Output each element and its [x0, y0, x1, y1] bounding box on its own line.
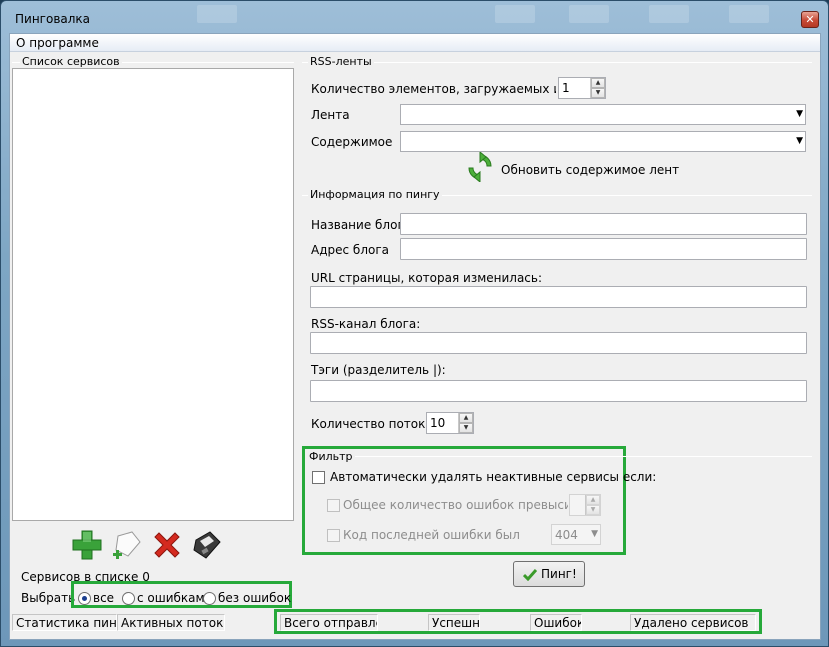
last-error-checkbox[interactable]: [327, 529, 340, 542]
rss-channel-input[interactable]: [310, 332, 807, 354]
background-ghost: [495, 5, 535, 23]
ping-button-label: Пинг!: [541, 567, 577, 581]
rss-count-stepper[interactable]: 1 ▲ ▼: [558, 77, 606, 99]
radio-all[interactable]: [78, 592, 91, 605]
auto-delete-label[interactable]: Автоматически удалять неактивные сервисы…: [330, 470, 656, 484]
status-removed: Удалено сервисов: [630, 614, 756, 631]
feed-label: Лента: [311, 108, 350, 122]
blog-name-input[interactable]: [400, 213, 807, 235]
feed-select[interactable]: ▼: [400, 104, 806, 125]
content-select[interactable]: ▼: [400, 131, 806, 152]
status-bar: Статистика пинга Активных потоков Всего …: [10, 609, 820, 634]
blog-address-input[interactable]: [400, 238, 807, 260]
app-window: Пинговалка ✕ О программе Список сервисов: [0, 0, 829, 647]
content-label: Содержимое: [311, 135, 393, 149]
stepper-buttons: ▲ ▼: [585, 495, 600, 515]
chevron-down-icon: ▼: [591, 529, 598, 539]
last-error-select[interactable]: 404 ▼: [551, 524, 601, 545]
tags-label: Тэги (разделитель |):: [311, 363, 446, 377]
add-icon[interactable]: [70, 528, 104, 562]
auto-delete-checkbox[interactable]: [312, 471, 325, 484]
menu-bar: О программе: [10, 34, 820, 52]
stepper-down-icon[interactable]: ▼: [591, 88, 605, 98]
rss-count-value: 1: [562, 81, 570, 95]
radio-no-errors[interactable]: [203, 592, 216, 605]
tags-input[interactable]: [310, 380, 807, 402]
stepper-up-icon[interactable]: ▲: [586, 495, 600, 505]
delete-icon[interactable]: [150, 528, 184, 562]
threads-stepper[interactable]: 10 ▲ ▼: [426, 412, 474, 434]
close-button[interactable]: ✕: [801, 11, 819, 28]
status-stats: Статистика пинга: [12, 614, 117, 631]
window-title: Пинговалка: [15, 12, 91, 26]
total-errors-stepper[interactable]: ▲ ▼: [569, 494, 601, 516]
changed-url-input[interactable]: [310, 286, 807, 308]
chevron-down-icon: ▼: [796, 109, 803, 119]
client-area: О программе Список сервисов Сервисов в с…: [9, 33, 821, 640]
last-error-value: 404: [555, 528, 578, 542]
threads-label: Количество потоков: [311, 417, 440, 431]
divider: [307, 456, 812, 457]
total-errors-checkbox[interactable]: [327, 499, 340, 512]
last-error-label[interactable]: Код последней ошибки был: [343, 528, 520, 542]
blog-name-label: Название блога: [311, 218, 412, 232]
chevron-down-icon: ▼: [796, 136, 803, 146]
total-errors-label[interactable]: Общее количество ошибок превысило: [343, 498, 568, 512]
status-errors: Ошибок: [530, 614, 582, 631]
status-active-threads: Активных потоков: [117, 614, 225, 631]
threads-value: 10: [430, 416, 446, 430]
title-bar[interactable]: Пинговалка ✕: [1, 1, 828, 33]
stepper-up-icon[interactable]: ▲: [459, 413, 473, 423]
radio-no-errors-label[interactable]: без ошибок: [218, 591, 291, 605]
divider: [302, 62, 812, 63]
background-ghost: [729, 5, 769, 23]
stepper-buttons: ▲ ▼: [458, 413, 473, 433]
stepper-up-icon[interactable]: ▲: [591, 78, 605, 88]
background-ghost: [197, 5, 237, 23]
stepper-buttons: ▲ ▼: [590, 78, 605, 98]
radio-all-label[interactable]: все: [93, 591, 114, 605]
stepper-down-icon[interactable]: ▼: [586, 505, 600, 515]
ping-group-label: Информация по пингу: [308, 188, 442, 201]
services-list-label: Список сервисов: [20, 55, 122, 68]
rss-count-label: Количество элементов, загружаемых из лен…: [311, 82, 556, 96]
filter-group-label: Фильтр: [307, 450, 355, 463]
rss-group-label: RSS-ленты: [308, 55, 374, 68]
blog-address-label: Адрес блога: [311, 243, 389, 257]
status-success: Успешно: [428, 614, 480, 631]
rss-channel-label: RSS-канал блога:: [311, 317, 421, 331]
status-total-sent: Всего отправлено: [280, 614, 378, 631]
radio-errors-label[interactable]: с ошибками: [137, 591, 212, 605]
refresh-button[interactable]: Обновить содержимое лент: [501, 163, 679, 177]
close-icon: ✕: [805, 13, 815, 26]
menu-item-about[interactable]: О программе: [16, 36, 99, 50]
add-page-icon[interactable]: [110, 528, 144, 562]
select-label: Выбрать: [21, 591, 76, 605]
background-ghost: [649, 5, 689, 23]
stepper-down-icon[interactable]: ▼: [459, 423, 473, 433]
services-list[interactable]: [12, 68, 294, 521]
changed-url-label: URL страницы, которая изменилась:: [311, 271, 543, 285]
background-ghost: [569, 5, 609, 23]
checkmark-icon: [523, 569, 537, 581]
refresh-icon[interactable]: [466, 152, 494, 182]
ping-button[interactable]: Пинг!: [513, 561, 585, 587]
save-icon[interactable]: [190, 528, 224, 562]
radio-errors[interactable]: [122, 592, 135, 605]
